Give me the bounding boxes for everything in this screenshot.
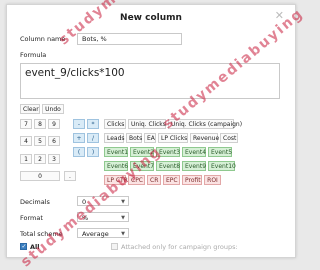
metric-event4-button[interactable]: Event4 (182, 147, 206, 157)
new-column-dialog: New column ✕ Column name Bots, % Formula… (6, 4, 296, 258)
formula-label: Formula (20, 51, 47, 59)
metric-uniq-clicks-button[interactable]: Uniq. Clicks (128, 119, 166, 129)
column-name-input[interactable]: Bots, % (77, 33, 182, 45)
digit-button[interactable]: 0 (20, 171, 60, 181)
campaign-groups-checkbox[interactable] (111, 243, 118, 250)
metric-revenue-button[interactable]: Revenue (190, 133, 219, 143)
metric-cr-button[interactable]: CR (147, 175, 161, 185)
total-scheme-value: Average (82, 230, 109, 238)
metric-ea-button[interactable]: EA (144, 133, 156, 143)
metric-event5-button[interactable]: Event5 (208, 147, 232, 157)
formula-input[interactable]: event_9/clicks*100 (20, 63, 280, 99)
column-name-label: Column name (20, 35, 66, 43)
metric-leads-button[interactable]: Leads (104, 133, 125, 143)
multiply-button[interactable]: * (87, 119, 99, 129)
divide-button[interactable]: / (87, 133, 99, 143)
metric-epc-button[interactable]: EPC (163, 175, 180, 185)
metric-profit-button[interactable]: Profit (182, 175, 202, 185)
decimals-select[interactable]: 0 ▼ (77, 196, 129, 206)
metric-roi-button[interactable]: ROI (204, 175, 221, 185)
digit-button[interactable]: 8 (34, 119, 46, 129)
metric-uniq-clicks-campaign-button[interactable]: Uniq. Clicks (campaign) (168, 119, 242, 129)
total-scheme-label: Total scheme (20, 230, 63, 238)
chevron-down-icon: ▼ (121, 215, 125, 221)
metric-event6-button[interactable]: Event6 (104, 161, 128, 171)
campaign-groups-label: Attached only for campaign groups: (121, 243, 238, 251)
chevron-down-icon: ▼ (121, 199, 125, 205)
digit-button[interactable]: 3 (48, 154, 60, 164)
decimals-value: 0 (82, 198, 87, 206)
metric-event8-button[interactable]: Event8 (156, 161, 180, 171)
digit-button[interactable]: 7 (20, 119, 32, 129)
metric-cost-button[interactable]: Cost (220, 133, 238, 143)
format-value: % (82, 214, 89, 222)
metric-event7-button[interactable]: Event7 (130, 161, 154, 171)
minus-button[interactable]: - (73, 119, 85, 129)
metric-lp-ctr-button[interactable]: LP CTR (104, 175, 128, 185)
metric-event2-button[interactable]: Event2 (130, 147, 154, 157)
decimals-label: Decimals (20, 198, 50, 206)
metric-lp-clicks-button[interactable]: LP Clicks (158, 133, 188, 143)
all-label: All (30, 243, 40, 251)
metric-clicks-button[interactable]: Clicks (104, 119, 126, 129)
dialog-title: New column (120, 13, 182, 23)
metric-event10-button[interactable]: Event10 (208, 161, 236, 171)
digit-button[interactable]: 2 (34, 154, 46, 164)
open-paren-button[interactable]: ( (73, 147, 85, 157)
metric-event1-button[interactable]: Event1 (104, 147, 128, 157)
metric-cpc-button[interactable]: CPC (128, 175, 145, 185)
digit-button[interactable]: 9 (48, 119, 60, 129)
all-checkbox[interactable] (20, 243, 27, 250)
metric-bots-button[interactable]: Bots (126, 133, 142, 143)
chevron-down-icon: ▼ (121, 231, 125, 237)
format-label: Format (20, 214, 43, 222)
clear-button[interactable]: Clear (20, 104, 40, 114)
close-paren-button[interactable]: ) (87, 147, 99, 157)
format-select[interactable]: % ▼ (77, 212, 129, 222)
total-scheme-select[interactable]: Average ▼ (77, 228, 129, 238)
dot-button[interactable]: . (64, 171, 76, 181)
digit-button[interactable]: 4 (20, 136, 32, 146)
metric-event9-button[interactable]: Event9 (182, 161, 206, 171)
digit-button[interactable]: 6 (48, 136, 60, 146)
plus-button[interactable]: + (73, 133, 85, 143)
undo-button[interactable]: Undo (42, 104, 64, 114)
close-icon[interactable]: ✕ (275, 10, 284, 21)
digit-button[interactable]: 1 (20, 154, 32, 164)
metric-event3-button[interactable]: Event3 (156, 147, 180, 157)
digit-button[interactable]: 5 (34, 136, 46, 146)
